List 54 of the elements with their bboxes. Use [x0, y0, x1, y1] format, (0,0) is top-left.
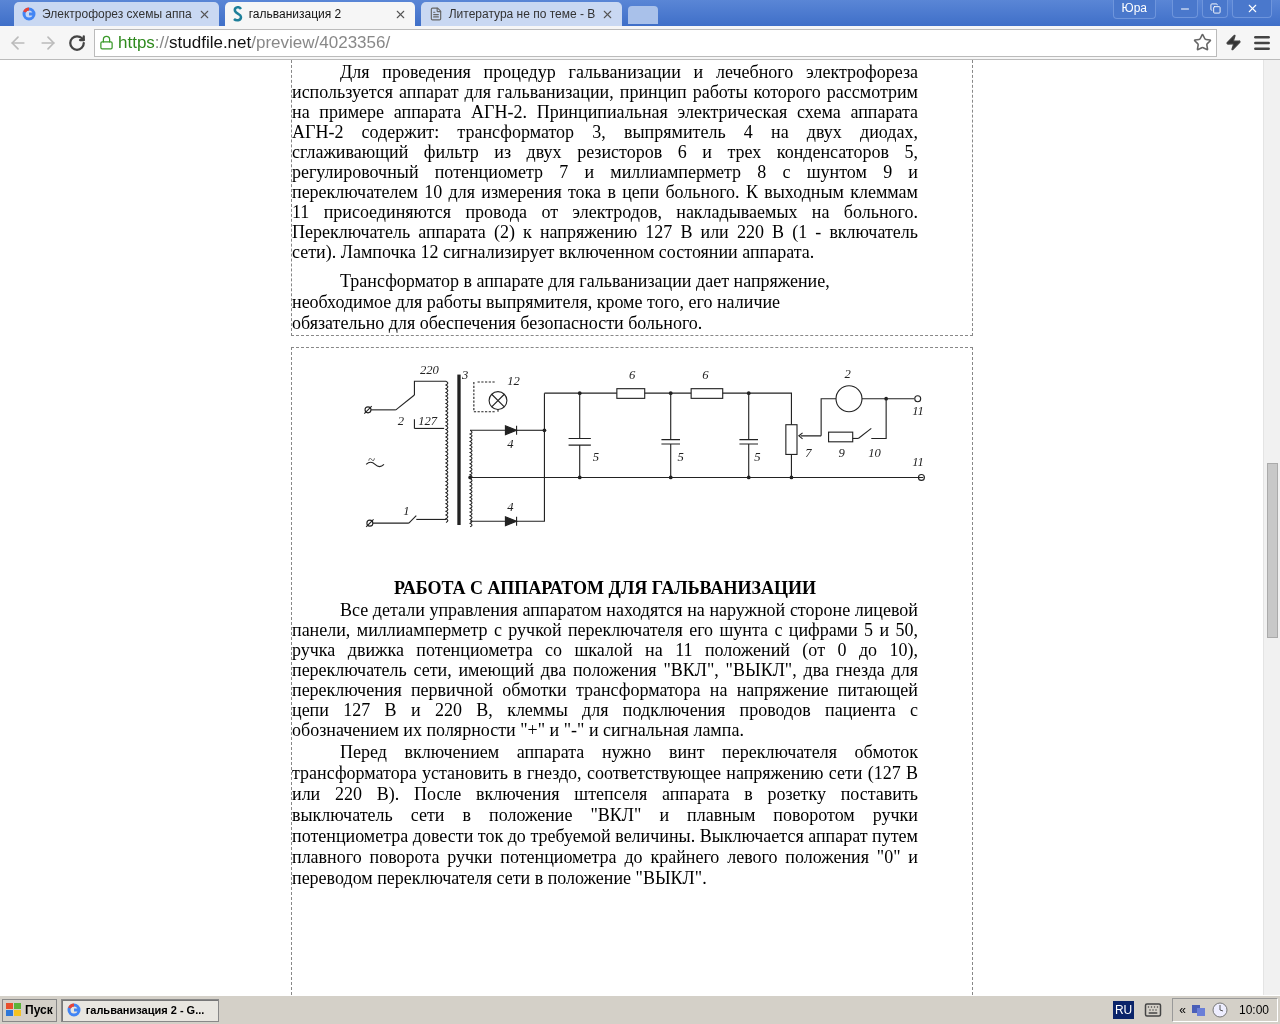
diagram-label: 4: [507, 437, 514, 452]
diagram-label: 12: [507, 373, 520, 388]
page-icon: [428, 7, 443, 21]
scrollbar-thumb[interactable]: [1266, 463, 1278, 638]
diagram-label: 2: [844, 366, 851, 381]
network-icon[interactable]: [1190, 1002, 1207, 1018]
browser-tab[interactable]: гальванизация 2: [224, 2, 415, 26]
logo-icon: [232, 6, 243, 22]
diagram-label: 2: [397, 413, 405, 428]
language-indicator[interactable]: RU: [1112, 1001, 1135, 1019]
lightning-icon: [1225, 34, 1242, 51]
reload-icon: [68, 33, 86, 52]
diagram-label: 5: [677, 449, 684, 464]
keyboard-icon[interactable]: [1144, 1001, 1163, 1019]
diagram-label: 7: [805, 446, 812, 461]
diagram-label: 127: [418, 413, 438, 428]
start-button[interactable]: Пуск: [2, 998, 57, 1022]
bookmark-star-icon[interactable]: [1193, 33, 1212, 52]
diagram-label: 1: [403, 503, 410, 518]
new-tab-button[interactable]: [628, 6, 659, 24]
profile-button[interactable]: Юра: [1112, 0, 1156, 19]
minimize-button[interactable]: [1172, 0, 1198, 18]
close-button[interactable]: [1232, 0, 1272, 18]
browser-tab[interactable]: Литература не по теме - В: [420, 2, 623, 26]
paragraph: Все детали управления аппаратом находятся на наружной стороне лицевой панели, миллиамперметр с ручкой переключателя его шунта с цифрами 5 и 50, ручка движка потенциометра со шкалой на 11 положений (от 0 до 10), переключатель сети, имеющий два положения "ВКЛ", "ВЫКЛ", два гнезда для переключения первичной обмотки трансформатора на напряжение питающей цепи 127 В и 220 В, клеммы для подключения проводов пациента с обозначением их полярности "+" и "-" и сигнальная лампа.: [292, 600, 918, 740]
lock-icon: [99, 35, 114, 50]
diagram-label: 11: [912, 403, 924, 418]
diagram-label: 10: [868, 446, 881, 461]
tray-expand-button[interactable]: «: [1179, 1003, 1186, 1017]
google-icon: [22, 7, 36, 21]
restore-button[interactable]: [1202, 0, 1228, 18]
diagram-label: 6: [629, 368, 636, 383]
diagram-label: 9: [838, 446, 845, 461]
paragraph: Трансформатор в аппарате для гальванизации дает напряжение, необходимое для работы выпрямителя, кроме того, его наличие обязательно для обеспечения безопасности больного.: [292, 271, 831, 334]
diagram-label: 3: [461, 368, 469, 383]
taskbar-window-button[interactable]: гальванизация 2 - G...: [60, 998, 219, 1022]
clock-icon[interactable]: [1211, 1002, 1228, 1018]
google-icon: [66, 1003, 81, 1017]
section-heading: РАБОТА С АППАРАТОМ ДЛЯ ГАЛЬВАНИЗАЦИИ: [393, 577, 817, 600]
address-bar[interactable]: https://studfile.net/preview/4023356/: [94, 28, 1217, 57]
paragraph: Для проведения процедур гальванизации и лечебного электрофореза используется аппарат для гальванизации, принцип работы которого рассмотрим на примере аппарата АГН-2. Принципиальная электрическая схема аппарата АГН-2 содержит: трансформатор 3, выпрямитель 4 на двух диодах, сглаживающий фильтр из двух резисторов 6 и трех конденсаторов 5, регулировочный потенциометр 7 и миллиамперметр 8 с шунтом 9 и переключателем 10 для измерения тока в цепи больного. К выходным клеммам 11 присоединяются провода от электродов, накладываемых на больного. Переключатель аппарата (2) к напряжению 127 В или 220 В (1 - включатель сети). Лампочка 12 сигнализирует включенном состоянии аппарата.: [292, 61, 918, 262]
diagram-label: 220: [420, 362, 439, 377]
diagram-label: ~: [368, 453, 375, 468]
diagram-label: 5: [592, 449, 600, 464]
scrollbar[interactable]: [1263, 60, 1280, 995]
diagram-label: 11: [912, 454, 924, 469]
browser-tab[interactable]: Электрофорез схемы аппа: [14, 2, 219, 26]
clock[interactable]: 10:00: [1238, 1003, 1269, 1017]
diagram-label: 6: [702, 368, 709, 383]
restore-icon: [1209, 3, 1221, 14]
windows-logo-icon: [6, 1003, 22, 1017]
diagram-label: 5: [754, 449, 761, 464]
paragraph: Перед включением аппарата нужно винт переключателя обмоток трансформатора установить в гнездо, соответствующее напряжению сети (127 В или 220 В). После включения штепселя аппарата в розетку поставить выключатель сети в положение "ВКЛ" и плавным поворотом ручки потенциометра довести ток до требуемой величины. Выключается аппарат путем плавного поворота ручки потенциометра до крайнего левого положения "0" и переводом переключателя сети в положение "ВЫКЛ".: [292, 742, 918, 889]
diagram-label: 4: [507, 500, 514, 515]
